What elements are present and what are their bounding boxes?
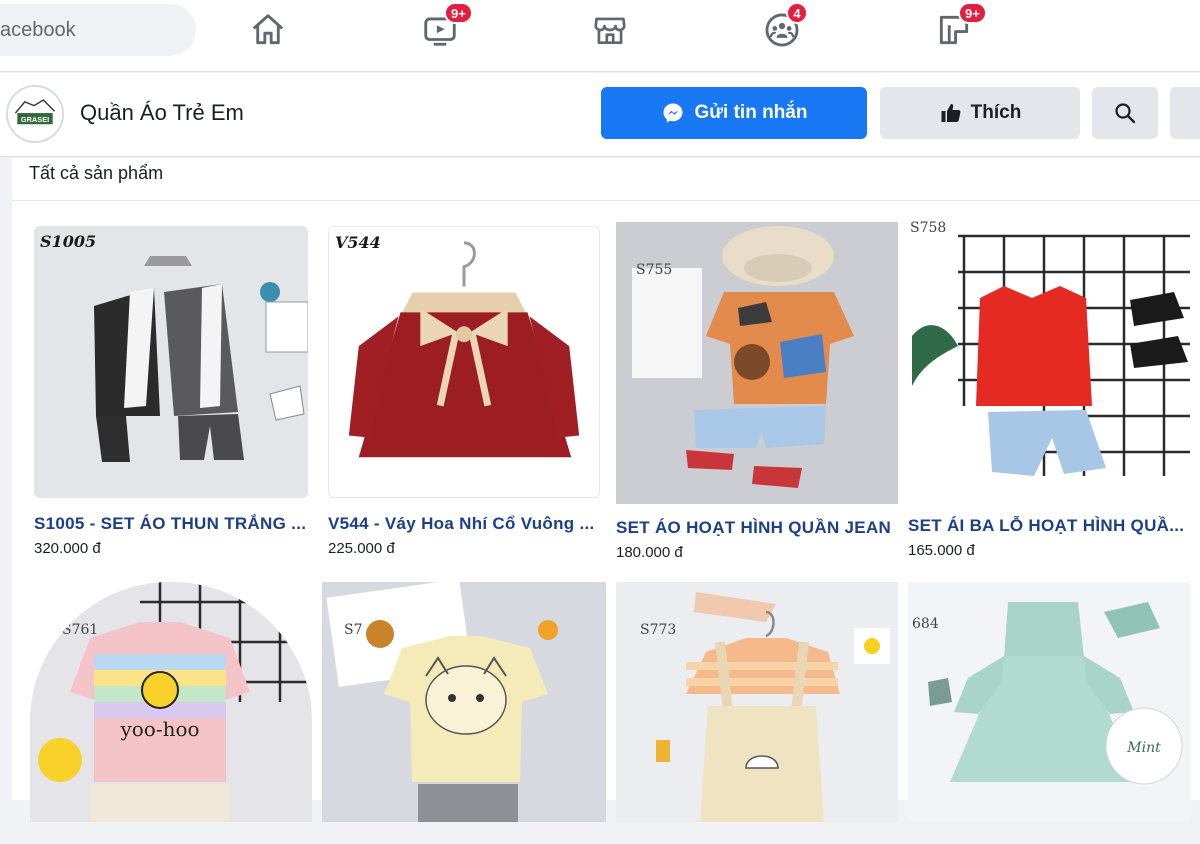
- shop-products-panel: Tất cả sản phẩm S1005 S1005 - SET ÁO THU…: [12, 158, 1200, 822]
- gaming-tab[interactable]: 9+: [932, 2, 987, 52]
- product-image: S755: [616, 222, 898, 504]
- product-title: V544 - Váy Hoa Nhí Cổ Vuông ...: [328, 514, 595, 533]
- product-code-label: V544: [335, 233, 381, 252]
- send-message-button[interactable]: Gửi tin nhắn: [601, 87, 867, 139]
- like-page-button[interactable]: Thích: [880, 87, 1080, 139]
- svg-text:Mint: Mint: [1126, 740, 1161, 756]
- product-photo-suits: [34, 226, 308, 498]
- top-navigation-bar: acebook 9+ 4 9+: [0, 0, 1200, 72]
- product-code-label: S755: [636, 262, 673, 278]
- product-price: 180.000 đ: [616, 544, 683, 561]
- svg-text:yoo-hoo: yoo-hoo: [119, 717, 199, 741]
- gaming-notification-badge: 9+: [958, 2, 987, 24]
- page-title: Quần Áo Trẻ Em: [80, 100, 244, 125]
- home-icon: [252, 14, 284, 45]
- product-image: S7: [322, 582, 606, 822]
- product-photo-overalls: [616, 582, 898, 822]
- product-image: S758: [908, 216, 1190, 504]
- product-title: SET ÁI BA LỖ HOẠT HÌNH QUẦ...: [908, 516, 1185, 535]
- product-price: 225.000 đ: [328, 540, 395, 557]
- product-image: V544: [328, 226, 600, 498]
- home-tab[interactable]: [246, 8, 290, 52]
- groups-tab[interactable]: 4: [760, 2, 808, 52]
- product-card[interactable]: S773: [616, 582, 898, 844]
- product-image: yoo-hoo S761: [30, 582, 312, 822]
- facebook-search-input[interactable]: acebook: [0, 4, 196, 56]
- product-image: S1005: [34, 226, 308, 498]
- page-avatar[interactable]: GRASEI: [6, 85, 64, 143]
- product-card[interactable]: yoo-hoo S761: [30, 582, 312, 844]
- product-code-label: S7: [344, 622, 363, 638]
- product-card[interactable]: S755 SET ÁO HOẠT HÌNH QUẦN JEAN 180.000 …: [616, 222, 898, 561]
- search-icon: [1115, 103, 1136, 124]
- product-photo-red-dress: [329, 227, 599, 497]
- product-photo-mint-dress: Mint: [908, 582, 1190, 822]
- more-options-button[interactable]: [1170, 87, 1200, 139]
- watch-tab[interactable]: 9+: [418, 2, 473, 52]
- product-image: Mint 684: [908, 582, 1190, 822]
- product-code-label: S758: [910, 220, 947, 236]
- page-search-button[interactable]: [1092, 87, 1158, 139]
- product-card[interactable]: S758 SET ÁI BA LỖ HOẠT HÌNH QUẦ... 165.0…: [908, 216, 1190, 559]
- thumbs-up-icon: [941, 104, 961, 122]
- product-card[interactable]: S7: [322, 582, 606, 844]
- send-message-label: Gửi tin nhắn: [694, 102, 808, 123]
- shop-logo-icon: GRASEI: [8, 87, 62, 141]
- groups-notification-badge: 4: [786, 2, 808, 24]
- product-code-label: S773: [640, 622, 677, 638]
- marketplace-tab[interactable]: [588, 8, 632, 52]
- product-title: SET ÁO HOẠT HÌNH QUẦN JEAN: [616, 518, 892, 537]
- search-input-text: acebook: [0, 19, 76, 41]
- product-card[interactable]: V544 V544 - Váy Hoa Nhí Cổ Vuông ... 225…: [328, 226, 600, 557]
- product-price: 165.000 đ: [908, 542, 975, 559]
- product-code-label: S761: [62, 622, 99, 638]
- product-price: 320.000 đ: [34, 540, 101, 557]
- section-title: Tất cả sản phẩm: [29, 163, 164, 183]
- product-title: S1005 - SET ÁO THUN TRẮNG ...: [34, 514, 307, 533]
- product-photo-red-tanktop: [908, 216, 1190, 504]
- product-photo-cat-tshirt: [322, 582, 606, 822]
- svg-text:GRASEI: GRASEI: [21, 115, 50, 124]
- product-photo-rainbow-tshirt: yoo-hoo: [30, 582, 312, 822]
- marketplace-icon: [594, 17, 626, 45]
- product-code-label: S1005: [40, 232, 97, 251]
- product-code-label: 684: [912, 616, 939, 632]
- product-card[interactable]: S1005 S1005 - SET ÁO THUN TRẮNG ... 320.…: [34, 226, 308, 557]
- like-label: Thích: [970, 102, 1022, 123]
- video-notification-badge: 9+: [444, 2, 473, 24]
- messenger-icon: [663, 103, 682, 123]
- product-card[interactable]: Mint 684: [908, 582, 1190, 844]
- section-divider: [12, 200, 1200, 201]
- page-header: GRASEI Quần Áo Trẻ Em Gửi tin nhắn Thích: [0, 73, 1200, 157]
- product-image: S773: [616, 582, 898, 822]
